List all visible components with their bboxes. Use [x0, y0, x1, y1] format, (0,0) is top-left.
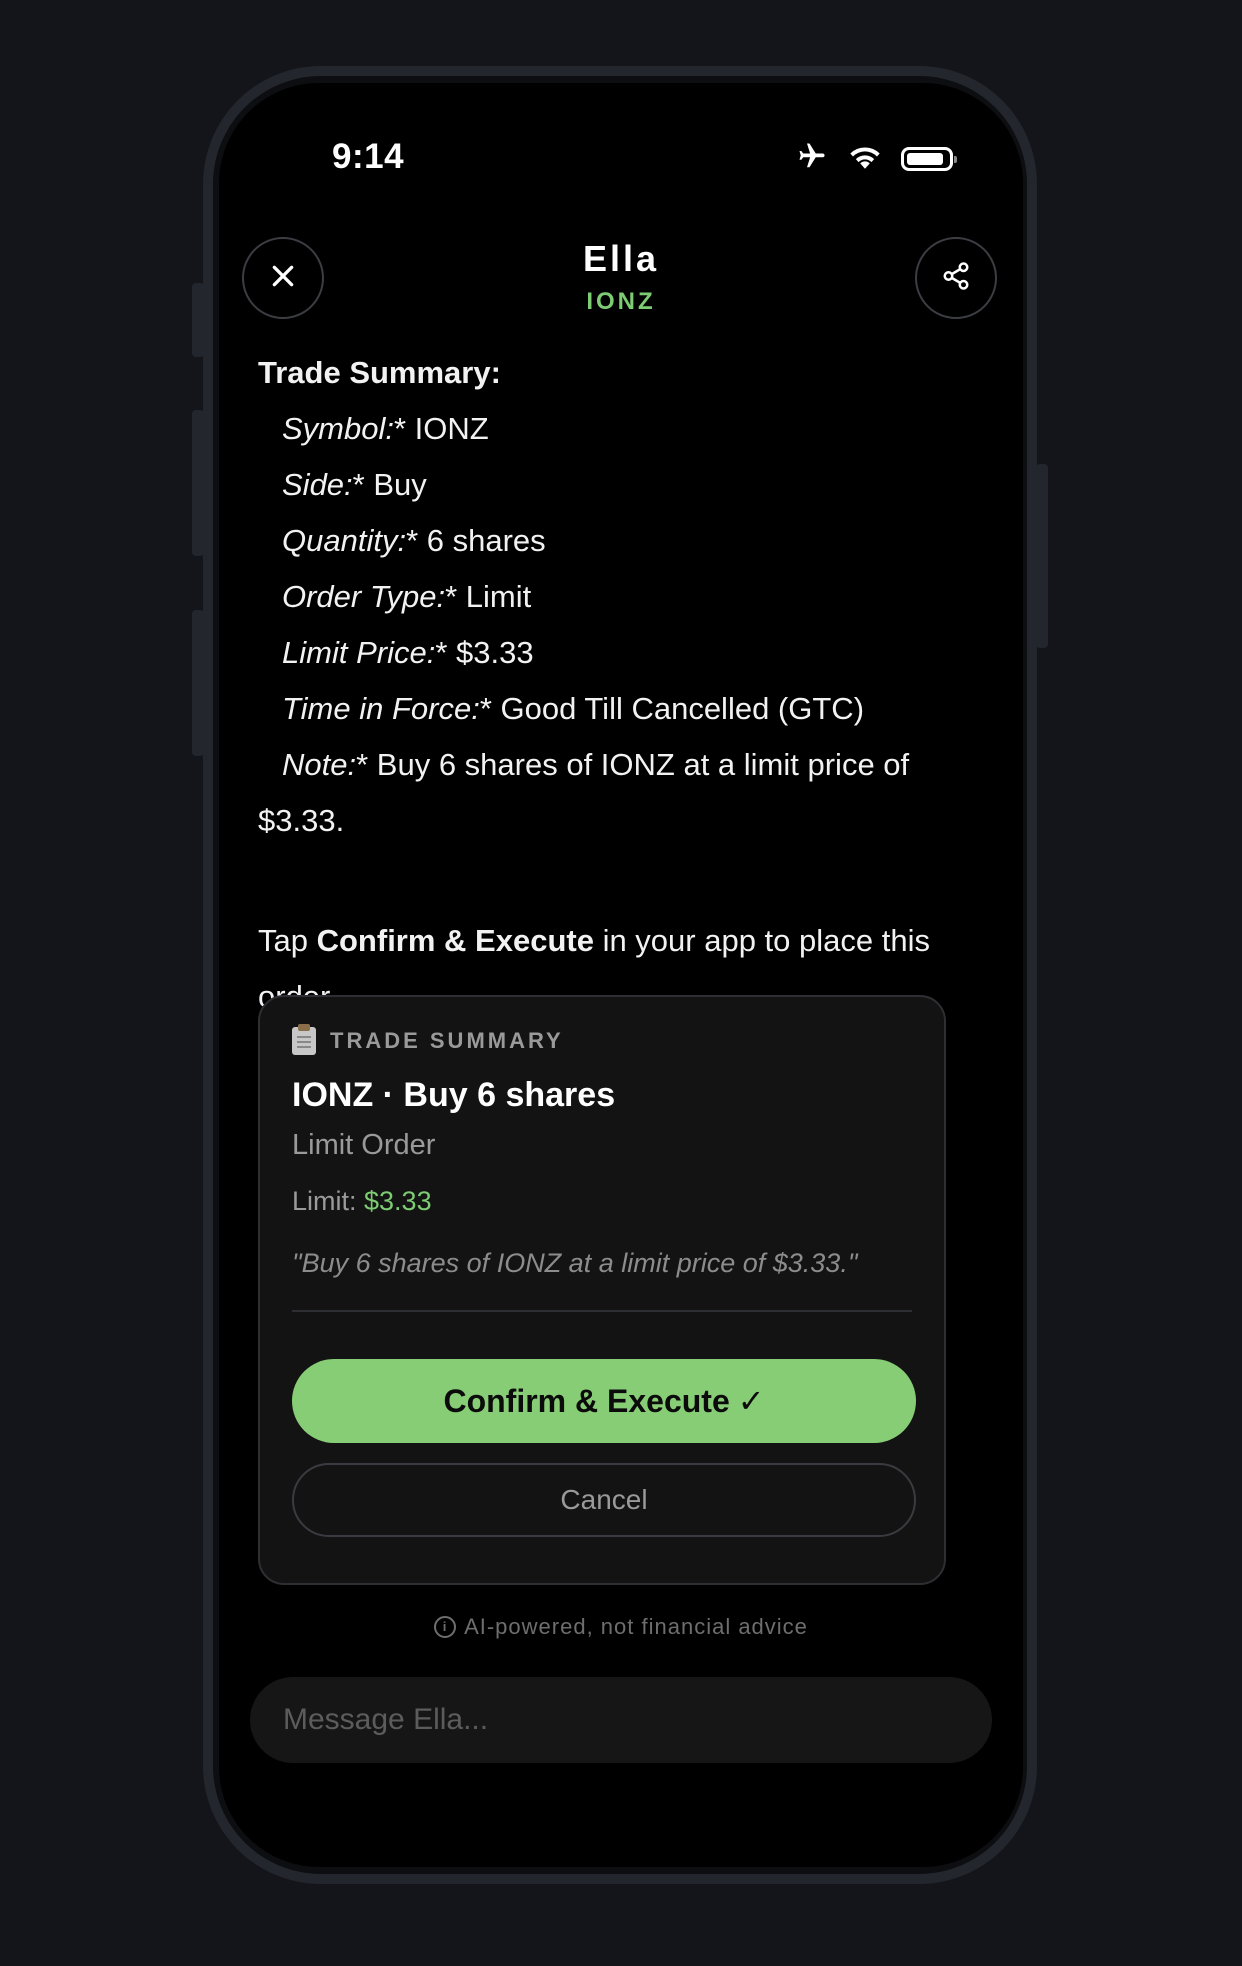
message-line-limit-price: Limit Price:* $3.33	[282, 635, 534, 670]
order-note-quote: "Buy 6 shares of IONZ at a limit price o…	[292, 1248, 858, 1278]
confirm-execute-button[interactable]: Confirm & Execute ✓	[292, 1359, 916, 1443]
chat-title: Ella	[582, 238, 660, 279]
share-icon	[941, 261, 971, 296]
cancel-button[interactable]: Cancel	[292, 1463, 916, 1537]
action-button	[192, 283, 204, 357]
message-line-note: Note:* Buy 6 shares of IONZ at a limit p…	[258, 747, 910, 838]
info-icon: i	[434, 1616, 457, 1638]
trade-summary-card: TRADE SUMMARY IONZ · Buy 6 shares Limit …	[258, 995, 946, 1585]
app-screen: 9:14 Ella IONZ Trade Summary: Symbol:* I…	[219, 83, 1023, 1867]
ticker-label: IONZ	[586, 288, 656, 315]
volume-down-button	[192, 610, 204, 756]
airplane-icon	[795, 141, 829, 176]
limit-price-row: Limit: $3.33	[292, 1186, 432, 1216]
card-eyebrow: TRADE SUMMARY	[292, 1024, 564, 1055]
wifi-icon	[847, 142, 883, 175]
battery-icon	[901, 146, 957, 171]
message-input[interactable]	[281, 1702, 992, 1738]
message-line-quantity: Quantity:* 6 shares	[282, 523, 546, 558]
clipboard-icon	[292, 1024, 316, 1055]
share-button[interactable]	[915, 237, 997, 319]
message-line-symbol: Symbol:* IONZ	[282, 411, 489, 446]
message-heading: Trade Summary:	[258, 355, 501, 390]
message-composer[interactable]	[250, 1677, 992, 1763]
message-line-side: Side:* Buy	[282, 467, 427, 502]
disclaimer: i AI-powered, not financial advice	[219, 1614, 1023, 1640]
message-line-time-in-force: Time in Force:* Good Till Cancelled (GTC…	[282, 691, 865, 726]
checkmark-icon: ✓	[737, 1383, 765, 1419]
order-type-label: Limit Order	[292, 1129, 436, 1161]
card-title: IONZ · Buy 6 shares	[292, 1076, 616, 1114]
limit-price-value: $3.33	[364, 1186, 432, 1216]
power-button	[1036, 464, 1048, 648]
assistant-message: Trade Summary: Symbol:* IONZ Side:* Buy …	[258, 345, 958, 849]
message-line-order-type: Order Type:* Limit	[282, 579, 532, 614]
volume-up-button	[192, 410, 204, 556]
status-time: 9:14	[332, 137, 405, 176]
card-divider	[292, 1310, 912, 1312]
status-icons	[795, 141, 957, 176]
